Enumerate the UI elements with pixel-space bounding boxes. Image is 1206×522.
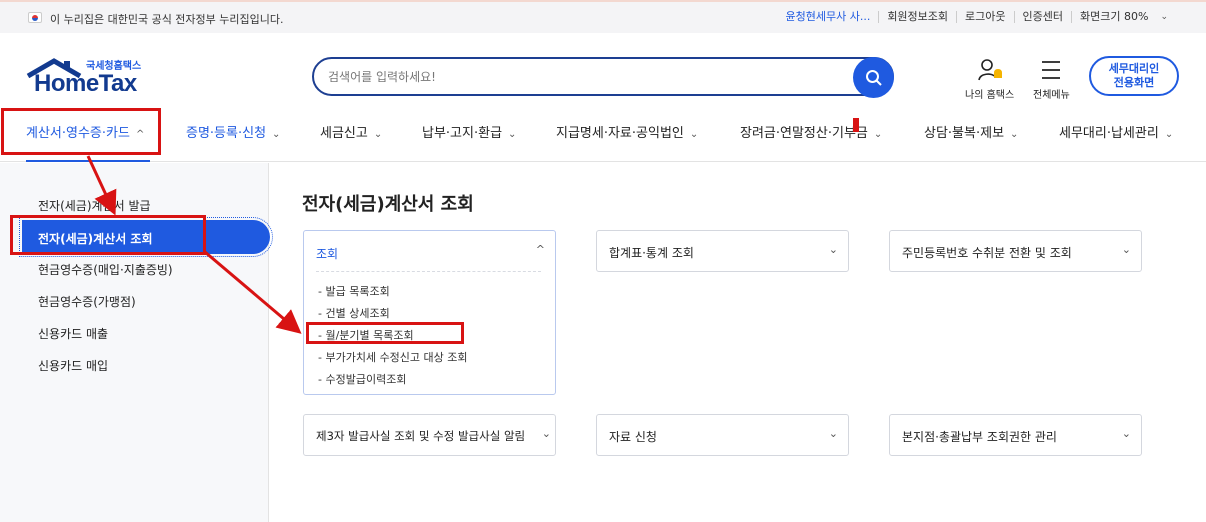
hamburger-icon: [1042, 61, 1061, 79]
logo-text: HomeTax: [34, 70, 137, 97]
card-label: 자료 신청: [609, 430, 657, 444]
card-data-request[interactable]: 자료 신청 ⌄: [596, 414, 849, 456]
chevron-down-icon: ⌄: [828, 243, 838, 256]
cert-center-link[interactable]: 인증센터: [1013, 11, 1071, 23]
nav-item-statements[interactable]: 지급명세·자료·공익법인 ⌄: [556, 122, 698, 141]
chevron-down-icon: ⌄: [1164, 129, 1174, 140]
chevron-down-icon: ⌄: [689, 129, 699, 140]
chevron-down-icon: ⌄: [373, 129, 383, 140]
nav-label: 증명·등록·신청: [186, 126, 267, 141]
hometax-logo[interactable]: 국세청홈택스 HomeTax: [26, 56, 156, 100]
chevron-down-icon: ⌄: [272, 129, 281, 140]
nav-item-incentive[interactable]: 장려금·연말정산·기부금 ⌄: [740, 122, 882, 141]
chevron-down-icon: ⌄: [1010, 129, 1019, 140]
chevron-down-icon: ⌄: [541, 427, 551, 440]
chevron-down-icon[interactable]: ⌄: [1156, 11, 1176, 23]
nav-label: 지급명세·자료·공익법인: [556, 126, 684, 141]
gov-notice: 이 누리집은 대한민국 공식 전자정부 누리집입니다.: [50, 13, 284, 26]
search-bar: [312, 57, 894, 98]
nav-active-underline: [26, 160, 150, 162]
sidebar-item-cash-receipt-purchase[interactable]: 현금영수증(매입·지출증빙): [38, 261, 173, 278]
sidebar-item-card-purchase[interactable]: 신용카드 매입: [38, 357, 108, 374]
submenu-amend-history[interactable]: - 수정발급이력조회: [318, 371, 406, 387]
chevron-down-icon: ⌄: [1121, 427, 1131, 440]
card-label: 제3자 발급사실 조회 및 수정 발급사실 알림: [316, 429, 526, 443]
card-branch-permission[interactable]: 본지점·총괄납부 조회권한 관리 ⌄: [889, 414, 1142, 456]
nav-label: 상담·불복·제보: [924, 126, 1005, 141]
submenu-label: 수정발급이력조회: [325, 373, 407, 386]
nav-item-certificate[interactable]: 증명·등록·신청 ⌄: [186, 122, 280, 141]
my-hometax-button[interactable]: 나의 홈택스: [965, 58, 1014, 101]
submenu-label: 건별 상세조회: [325, 307, 390, 320]
sidebar-item-card-sales[interactable]: 신용카드 매출: [38, 325, 108, 342]
all-menu-button[interactable]: 전체메뉴: [1033, 58, 1070, 101]
card-summary-stats[interactable]: 합계표·통계 조회 ⌄: [596, 230, 849, 272]
nav-item-consult[interactable]: 상담·불복·제보 ⌄: [924, 122, 1018, 141]
inquiry-card-title[interactable]: 조회: [316, 245, 338, 262]
card-label: 주민등록번호 수취분 전환 및 조회: [902, 246, 1072, 260]
utility-links: 윤청현세무사 사... 회원정보조회 로그아웃 인증센터 화면크기 80% ⌄: [777, 11, 1176, 23]
all-menu-label: 전체메뉴: [1033, 90, 1070, 101]
search-icon: [865, 69, 882, 86]
tax-agent-label-1: 세무대리인: [1108, 62, 1160, 75]
chevron-up-icon[interactable]: ^: [536, 243, 545, 256]
search-input[interactable]: [328, 67, 828, 87]
submenu-list-inquiry[interactable]: - 발급 목록조회: [318, 283, 390, 299]
chevron-down-icon: ⌄: [873, 129, 883, 140]
tax-agent-button[interactable]: 세무대리인 전용화면: [1089, 56, 1179, 96]
divider: [316, 271, 541, 272]
annotation-mark: [853, 118, 859, 132]
logout-link[interactable]: 로그아웃: [956, 11, 1013, 23]
card-resident-number[interactable]: 주민등록번호 수취분 전환 및 조회 ⌄: [889, 230, 1142, 272]
nav-label: 세금신고: [320, 126, 368, 141]
chevron-down-icon: ⌄: [508, 129, 517, 140]
user-bell-icon: [977, 59, 1002, 81]
card-third-party[interactable]: 제3자 발급사실 조회 및 수정 발급사실 알림 ⌄: [303, 414, 556, 456]
korea-flag-icon: [28, 12, 42, 23]
nav-label: 납부·고지·환급: [422, 126, 503, 141]
nav-label: 세무대리·납세관리: [1059, 126, 1159, 141]
search-button[interactable]: [853, 57, 894, 98]
nav-item-tax-return[interactable]: 세금신고 ⌄: [320, 122, 382, 141]
card-label: 합계표·통계 조회: [609, 246, 694, 260]
nav-item-agent[interactable]: 세무대리·납세관리 ⌄: [1059, 122, 1173, 141]
sidebar-item-issue[interactable]: 전자(세금)계산서 발급: [38, 197, 151, 214]
sidebar-item-cash-receipt-merchant[interactable]: 현금영수증(가맹점): [38, 293, 136, 310]
user-name-link[interactable]: 윤청현세무사 사...: [777, 11, 878, 23]
member-info-link[interactable]: 회원정보조회: [878, 11, 956, 23]
tax-agent-label-2: 전용화면: [1113, 76, 1155, 89]
chevron-down-icon: ⌄: [1121, 243, 1131, 256]
inquiry-card: 조회 ^ - 발급 목록조회 - 건별 상세조회 - 월/분기별 목록조회 - …: [303, 230, 556, 395]
page-title: 전자(세금)계산서 조회: [302, 194, 474, 215]
main-nav: 계산서·영수증·카드 ^ 증명·등록·신청 ⌄ 세금신고 ⌄ 납부·고지·환급 ⌄ 지급…: [0, 110, 1206, 162]
submenu-vat-amend-inquiry[interactable]: - 부가가치세 수정신고 대상 조회: [318, 349, 468, 365]
annotation-box-nav: [1, 108, 161, 155]
zoom-link[interactable]: 화면크기 80%: [1071, 11, 1156, 23]
annotation-box-sidebar: [10, 215, 206, 255]
nav-label: 장려금·연말정산·기부금: [740, 126, 868, 141]
chevron-down-icon: ⌄: [828, 427, 838, 440]
submenu-label: 발급 목록조회: [325, 285, 390, 298]
submenu-label: 부가가치세 수정신고 대상 조회: [325, 351, 468, 364]
annotation-box-submenu: [306, 322, 464, 344]
submenu-detail-inquiry[interactable]: - 건별 상세조회: [318, 305, 390, 321]
my-hometax-label: 나의 홈택스: [965, 90, 1015, 101]
card-label: 본지점·총괄납부 조회권한 관리: [902, 430, 1057, 444]
nav-item-payment[interactable]: 납부·고지·환급 ⌄: [422, 122, 516, 141]
gov-banner: 이 누리집은 대한민국 공식 전자정부 누리집입니다. 윤청현세무사 사... …: [0, 0, 1206, 33]
